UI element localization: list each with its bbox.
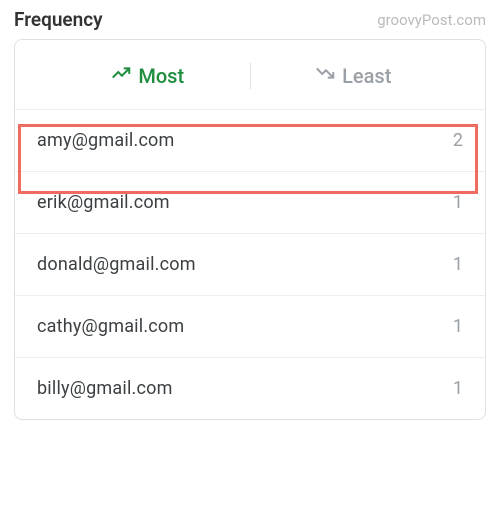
watermark: groovyPost.com <box>377 11 486 29</box>
list-item[interactable]: cathy@gmail.com 1 <box>15 295 485 357</box>
email-value: erik@gmail.com <box>37 192 170 213</box>
header: Frequency groovyPost.com <box>0 0 500 31</box>
tab-least-label: Least <box>342 64 391 88</box>
count-value: 1 <box>453 378 463 399</box>
email-value: billy@gmail.com <box>37 378 173 399</box>
count-value: 1 <box>453 316 463 337</box>
frequency-list: amy@gmail.com 2 erik@gmail.com 1 donald@… <box>15 109 485 419</box>
trend-up-icon <box>110 62 132 89</box>
tab-most[interactable]: Most <box>45 62 250 89</box>
tabs: Most Least <box>15 40 485 109</box>
list-item[interactable]: billy@gmail.com 1 <box>15 357 485 419</box>
list-item[interactable]: donald@gmail.com 1 <box>15 233 485 295</box>
tab-least[interactable]: Least <box>251 62 456 89</box>
trend-down-icon <box>314 62 336 89</box>
count-value: 2 <box>453 130 463 151</box>
count-value: 1 <box>453 192 463 213</box>
email-value: amy@gmail.com <box>37 130 175 151</box>
frequency-card: Most Least amy@gmail.com 2 erik@gmail.co… <box>14 39 486 420</box>
count-value: 1 <box>453 254 463 275</box>
list-item[interactable]: amy@gmail.com 2 <box>15 109 485 171</box>
email-value: donald@gmail.com <box>37 254 196 275</box>
list-item[interactable]: erik@gmail.com 1 <box>15 171 485 233</box>
tab-most-label: Most <box>138 64 184 88</box>
panel-title: Frequency <box>14 8 103 31</box>
email-value: cathy@gmail.com <box>37 316 184 337</box>
